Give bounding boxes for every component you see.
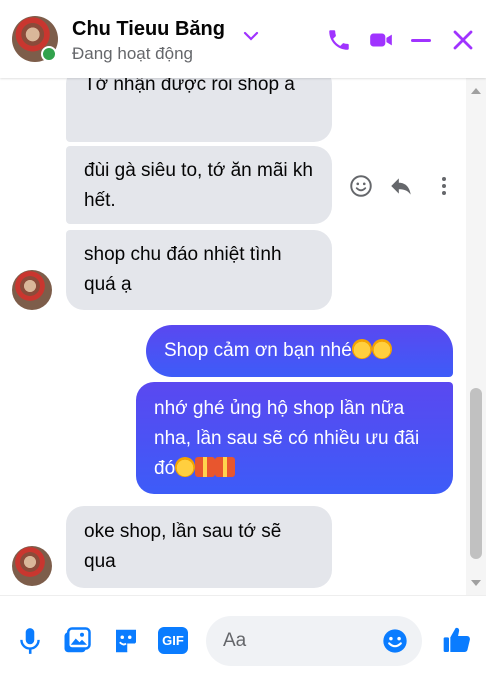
- incoming-message[interactable]: oke shop, lần sau tớ sẽ qua: [66, 506, 332, 588]
- more-icon[interactable]: [440, 173, 448, 199]
- message-input[interactable]: Aa: [206, 616, 422, 666]
- smiling-face-hearts-emoji: [175, 457, 196, 477]
- minimize-icon[interactable]: [408, 28, 434, 52]
- message-text: đùi gà siêu to, tớ ăn mãi kh hết.: [84, 160, 313, 211]
- message-composer: GIF Aa: [0, 595, 486, 676]
- incoming-message[interactable]: đùi gà siêu to, tớ ăn mãi kh hết.: [66, 146, 332, 224]
- message-text: shop chu đáo nhiệt tình quá ạ: [84, 244, 282, 295]
- emoji-icon[interactable]: [381, 627, 409, 655]
- message-text: Shop cảm ơn bạn nhé: [164, 340, 352, 361]
- contact-status: Đang hoạt động: [72, 44, 193, 63]
- close-icon[interactable]: [450, 28, 476, 52]
- message-text: oke shop, lần sau tớ sẽ qua: [84, 521, 282, 572]
- like-icon[interactable]: [441, 624, 473, 656]
- smiling-face-hearts-emoji: [351, 339, 372, 359]
- message-list[interactable]: Tớ nhận được roi shop a đùi gà siêu to, …: [0, 78, 466, 595]
- gift-emoji: [215, 457, 236, 477]
- microphone-icon[interactable]: [17, 626, 43, 656]
- gif-icon[interactable]: GIF: [158, 627, 188, 654]
- scroll-down-arrow-icon[interactable]: [466, 576, 486, 590]
- react-icon[interactable]: [348, 173, 374, 199]
- video-call-icon[interactable]: [368, 27, 394, 53]
- gift-emoji: [195, 457, 216, 477]
- online-status-dot: [41, 46, 57, 62]
- message-input-placeholder: Aa: [223, 630, 247, 651]
- reply-icon[interactable]: [388, 173, 414, 199]
- scroll-up-arrow-icon[interactable]: [466, 84, 486, 98]
- phone-icon[interactable]: [326, 27, 352, 53]
- contact-avatar-small[interactable]: [12, 270, 52, 310]
- smiling-face-hearts-emoji: [371, 339, 392, 359]
- gif-icon-label: GIF: [162, 633, 184, 648]
- incoming-message[interactable]: shop chu đáo nhiệt tình quá ạ: [66, 230, 332, 310]
- sticker-icon[interactable]: [111, 626, 141, 656]
- message-text: Tớ nhận được roi shop a: [84, 78, 295, 95]
- outgoing-message[interactable]: nhớ ghé ủng hộ shop lần nữa nha, lần sau…: [136, 382, 453, 494]
- scrollbar-thumb[interactable]: [470, 388, 482, 559]
- incoming-message[interactable]: Tớ nhận được roi shop a: [66, 78, 332, 142]
- image-icon[interactable]: [62, 626, 92, 656]
- chevron-down-icon[interactable]: [242, 30, 260, 42]
- outgoing-message[interactable]: Shop cảm ơn bạn nhé: [146, 325, 453, 377]
- contact-name[interactable]: Chu Tieuu Băng: [72, 18, 225, 41]
- contact-avatar-small[interactable]: [12, 546, 52, 586]
- chat-header: Chu Tieuu Băng Đang hoạt động: [0, 0, 486, 78]
